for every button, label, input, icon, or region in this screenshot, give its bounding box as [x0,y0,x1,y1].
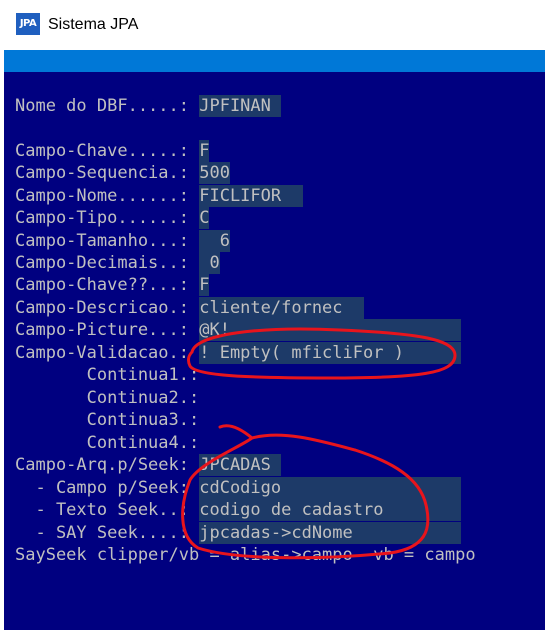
field-value-input[interactable]: 6 [199,230,230,252]
field-value-input[interactable]: JPCADAS [199,454,282,476]
field-value-input[interactable]: F [199,274,210,296]
field-row-continua4: Continua4.: [15,432,209,454]
console-area: Nome do DBF.....: JPFINAN Campo-Chave...… [4,72,545,630]
field-row-arq-seek: Campo-Arq.p/Seek: JPCADAS [15,454,282,476]
field-value-input[interactable]: cliente/fornec [199,297,365,319]
field-row-continua2: Continua2.: [15,387,209,409]
field-value-input[interactable]: F [199,140,210,162]
field-label: - Campo p/Seek: [15,478,200,498]
field-label: Campo-Nome......: [15,186,200,206]
field-label: Campo-Validacao.: [15,343,200,363]
field-row-campo-chave: Campo-Chave.....: F [15,140,210,162]
field-row-say-seek: - SAY Seek....: jpcadas->cdNome [15,522,462,544]
field-row-continua3: Continua3.: [15,409,209,431]
field-value-input[interactable]: ! Empty( mficliFor ) [199,342,462,364]
field-row-continua1: Continua1.: [15,364,209,386]
field-row-campo-picture: Campo-Picture...: @K! [15,319,462,341]
field-label: - Texto Seek..: [15,500,200,520]
field-value-input[interactable]: 500 [199,162,230,184]
field-row-campo-seek: - Campo p/Seek: cdCodigo [15,477,462,499]
console-top-bar [4,50,545,72]
field-row-nome-dbf: Nome do DBF.....: JPFINAN [15,95,282,117]
field-row-campo-descricao: Campo-Descricao.: cliente/fornec [15,297,365,319]
field-row-campo-validacao: Campo-Validacao.: ! Empty( mficliFor ) [15,342,462,364]
field-row-campo-tamanho: Campo-Tamanho...: 6 [15,230,230,252]
footer-help-text: SaySeek clipper/vb = alias->campo vb = c… [15,545,476,565]
field-label: Continua3.: [15,410,210,430]
field-label: Campo-Tipo......: [15,208,200,228]
field-row-texto-seek: - Texto Seek..: codigo de cadastro [15,499,462,521]
field-value-input[interactable]: codigo de cadastro [199,499,462,521]
title-bar: JPA Sistema JPA [0,0,545,50]
field-row-campo-decimais: Campo-Decimais..: 0 [15,252,220,274]
field-label: Campo-Tamanho...: [15,231,200,251]
field-label: Continua2.: [15,388,210,408]
field-label: Nome do DBF.....: [15,96,200,116]
field-label: Campo-Arq.p/Seek: [15,455,200,475]
app-logo-icon: JPA [16,13,40,35]
field-label: Campo-Descricao.: [15,298,200,318]
field-value-input[interactable]: cdCodigo [199,477,462,499]
field-label: Campo-Decimais..: [15,253,200,273]
field-label: Campo-Chave.....: [15,141,200,161]
field-value-input[interactable]: @K! [199,319,462,341]
field-label: - SAY Seek....: [15,523,200,543]
field-row-campo-nome: Campo-Nome......: FICLIFOR [15,185,304,207]
field-row-campo-tipo: Campo-Tipo......: C [15,207,210,229]
field-label: Campo-Chave??...: [15,275,200,295]
field-row-campo-chave-flag: Campo-Chave??...: F [15,274,210,296]
field-value-input[interactable]: FICLIFOR [199,185,304,207]
field-label: Campo-Picture...: [15,320,200,340]
field-label: Campo-Sequencia.: [15,163,200,183]
field-value-input[interactable]: 0 [199,252,220,274]
field-row-campo-sequencia: Campo-Sequencia.: 500 [15,162,230,184]
window-title: Sistema JPA [48,16,139,33]
field-value-input[interactable]: JPFINAN [199,95,282,117]
field-value-input[interactable]: C [199,207,210,229]
field-label: Continua4.: [15,433,210,453]
field-value-input[interactable]: jpcadas->cdNome [199,522,462,544]
console-window: Nome do DBF.....: JPFINAN Campo-Chave...… [4,50,545,630]
field-label: Continua1.: [15,365,210,385]
